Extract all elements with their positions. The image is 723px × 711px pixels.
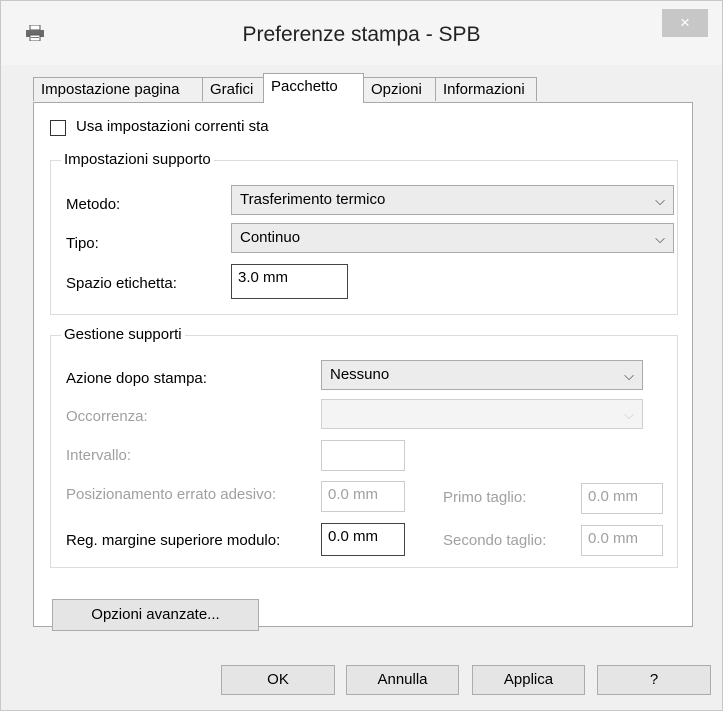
cancel-button[interactable]: Annulla [346,665,459,695]
advanced-options-button[interactable]: Opzioni avanzate... [52,599,259,631]
method-select[interactable]: Trasferimento termico ⌵ [231,185,674,215]
tab-options[interactable]: Opzioni [363,77,436,101]
close-button[interactable]: × [662,9,708,37]
label-gap-label: Spazio etichetta: [66,275,177,292]
title-bar: Preferenze stampa - SPB × [1,1,722,65]
use-current-settings-checkbox[interactable] [50,120,66,136]
first-cut-label: Primo taglio: [443,489,527,506]
chevron-down-icon: ⌵ [624,368,634,383]
action-after-print-value: Nessuno [330,366,390,383]
type-select[interactable]: Continuo ⌵ [231,223,674,253]
type-label: Tipo: [66,235,99,252]
chevron-down-icon: ⌵ [655,231,665,246]
adhesive-misplacement-input[interactable]: 0.0 mm [321,481,405,512]
action-after-print-select[interactable]: Nessuno ⌵ [321,360,643,390]
method-label: Metodo: [66,196,121,213]
label-gap-input[interactable]: 3.0 mm [231,264,348,299]
second-cut-label: Secondo taglio: [443,532,547,549]
print-preferences-dialog: Preferenze stampa - SPB × Impostazione p… [0,0,723,711]
help-button[interactable]: ? [597,665,711,695]
media-settings-title: Impostazioni supporto [61,151,214,168]
tab-information[interactable]: Informazioni [435,77,537,101]
media-settings-group: Impostazioni supporto Metodo: Trasferime… [50,151,678,315]
top-margin-input[interactable]: 0.0 mm [321,523,405,556]
tab-page-setup[interactable]: Impostazione pagina [33,77,203,101]
stock-tab-panel: Usa impostazioni correnti sta Impostazio… [33,102,693,631]
tab-stock[interactable]: Pacchetto [263,73,364,103]
action-after-print-label: Azione dopo stampa: [66,370,207,387]
tab-graphics[interactable]: Grafici [202,77,264,101]
type-value: Continuo [240,229,301,246]
apply-button[interactable]: Applica [472,665,585,695]
top-margin-label: Reg. margine superiore modulo: [66,532,281,549]
ok-button[interactable]: OK [221,665,335,695]
interval-label: Intervallo: [66,447,132,464]
media-handling-group: Gestione supporti Azione dopo stampa: Ne… [50,326,678,568]
window-title: Preferenze stampa - SPB [242,23,481,46]
first-cut-input[interactable]: 0.0 mm [581,483,663,514]
media-handling-title: Gestione supporti [61,326,185,343]
second-cut-input[interactable]: 0.0 mm [581,525,663,556]
chevron-down-icon: ⌵ [655,193,665,208]
adhesive-misplacement-label: Posizionamento errato adesivo: [66,486,277,503]
chevron-down-icon: ⌵ [624,407,634,422]
occurrence-select[interactable]: ⌵ [321,399,643,429]
occurrence-label: Occorrenza: [66,408,148,425]
method-value: Trasferimento termico [240,191,386,208]
interval-input[interactable] [321,440,405,471]
use-current-settings-label: Usa impostazioni correnti sta [76,118,269,135]
